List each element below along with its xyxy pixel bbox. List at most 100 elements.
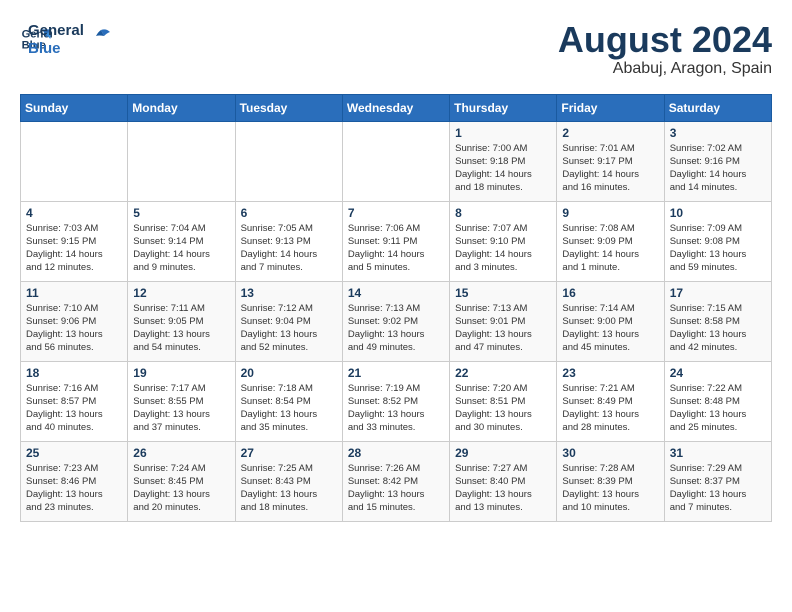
calendar-cell: 11Sunrise: 7:10 AM Sunset: 9:06 PM Dayli… xyxy=(21,281,128,361)
day-number: 23 xyxy=(562,366,658,380)
day-info: Sunrise: 7:26 AM Sunset: 8:42 PM Dayligh… xyxy=(348,462,444,515)
weekday-header: Monday xyxy=(128,94,235,121)
calendar-cell: 26 Sunrise: 7:24 AM Sunset: 8:45 PM Dayli… xyxy=(128,441,235,521)
day-number: 15 xyxy=(455,286,551,300)
day-info: Sunrise: 7:05 AM Sunset: 9:13 PM Dayligh… xyxy=(241,222,337,275)
day-number: 9 xyxy=(562,206,658,220)
calendar-cell: 5 Sunrise: 7:04 AM Sunset: 9:14 PM Daylig… xyxy=(128,201,235,281)
weekday-header: Friday xyxy=(557,94,664,121)
calendar-cell: 1 Sunrise: 7:00 AM Sunset: 9:18 PM Daylig… xyxy=(450,121,557,201)
day-number: 8 xyxy=(455,206,551,220)
day-number: 7 xyxy=(348,206,444,220)
calendar-week-row: 4 Sunrise: 7:03 AM Sunset: 9:15 PM Daylig… xyxy=(21,201,772,281)
calendar-cell: 23 Sunrise: 7:21 AM Sunset: 8:49 PM Dayli… xyxy=(557,361,664,441)
day-number: 18 xyxy=(26,366,122,380)
day-info: Sunrise: 7:27 AM Sunset: 8:40 PM Dayligh… xyxy=(455,462,551,515)
day-info: Sunrise: 7:00 AM Sunset: 9:18 PM Dayligh… xyxy=(455,142,551,195)
calendar-cell: 28Sunrise: 7:26 AM Sunset: 8:42 PM Dayli… xyxy=(342,441,449,521)
weekday-header: Sunday xyxy=(21,94,128,121)
day-info: Sunrise: 7:20 AM Sunset: 8:51 PM Dayligh… xyxy=(455,382,551,435)
day-info: Sunrise: 7:15 AM Sunset: 8:58 PM Dayligh… xyxy=(670,302,766,355)
calendar-cell: 24 Sunrise: 7:22 AM Sunset: 8:48 PM Dayli… xyxy=(664,361,771,441)
day-info: Sunrise: 7:03 AM Sunset: 9:15 PM Dayligh… xyxy=(26,222,122,275)
weekday-row: SundayMondayTuesdayWednesdayThursdayFrid… xyxy=(21,94,772,121)
day-number: 29 xyxy=(455,446,551,460)
month-year-title: August 2024 xyxy=(558,20,772,60)
calendar-cell: 14Sunrise: 7:13 AM Sunset: 9:02 PM Dayli… xyxy=(342,281,449,361)
day-info: Sunrise: 7:17 AM Sunset: 8:55 PM Dayligh… xyxy=(133,382,229,435)
calendar-week-row: 18 Sunrise: 7:16 AM Sunset: 8:57 PM Dayli… xyxy=(21,361,772,441)
day-info: Sunrise: 7:16 AM Sunset: 8:57 PM Dayligh… xyxy=(26,382,122,435)
page-header: General Blue General Blue August 2024 Ab… xyxy=(20,20,772,78)
day-info: Sunrise: 7:04 AM Sunset: 9:14 PM Dayligh… xyxy=(133,222,229,275)
day-number: 3 xyxy=(670,126,766,140)
calendar-cell xyxy=(235,121,342,201)
calendar-cell: 21Sunrise: 7:19 AM Sunset: 8:52 PM Dayli… xyxy=(342,361,449,441)
calendar-cell: 12 Sunrise: 7:11 AM Sunset: 9:05 PM Dayli… xyxy=(128,281,235,361)
calendar-cell xyxy=(342,121,449,201)
calendar-cell: 3Sunrise: 7:02 AM Sunset: 9:16 PM Daylig… xyxy=(664,121,771,201)
calendar-header: SundayMondayTuesdayWednesdayThursdayFrid… xyxy=(21,94,772,121)
calendar-cell: 22 Sunrise: 7:20 AM Sunset: 8:51 PM Dayli… xyxy=(450,361,557,441)
calendar-cell: 15 Sunrise: 7:13 AM Sunset: 9:01 PM Dayli… xyxy=(450,281,557,361)
day-number: 31 xyxy=(670,446,766,460)
weekday-header: Wednesday xyxy=(342,94,449,121)
day-number: 4 xyxy=(26,206,122,220)
day-info: Sunrise: 7:13 AM Sunset: 9:02 PM Dayligh… xyxy=(348,302,444,355)
location-subtitle: Ababuj, Aragon, Spain xyxy=(558,60,772,78)
day-info: Sunrise: 7:24 AM Sunset: 8:45 PM Dayligh… xyxy=(133,462,229,515)
day-info: Sunrise: 7:25 AM Sunset: 8:43 PM Dayligh… xyxy=(241,462,337,515)
day-number: 25 xyxy=(26,446,122,460)
calendar-cell: 19 Sunrise: 7:17 AM Sunset: 8:55 PM Dayli… xyxy=(128,361,235,441)
day-info: Sunrise: 7:21 AM Sunset: 8:49 PM Dayligh… xyxy=(562,382,658,435)
day-info: Sunrise: 7:10 AM Sunset: 9:06 PM Dayligh… xyxy=(26,302,122,355)
day-number: 22 xyxy=(455,366,551,380)
calendar-cell: 2 Sunrise: 7:01 AM Sunset: 9:17 PM Daylig… xyxy=(557,121,664,201)
calendar-week-row: 11Sunrise: 7:10 AM Sunset: 9:06 PM Dayli… xyxy=(21,281,772,361)
calendar-cell: 7 Sunrise: 7:06 AM Sunset: 9:11 PM Daylig… xyxy=(342,201,449,281)
day-info: Sunrise: 7:08 AM Sunset: 9:09 PM Dayligh… xyxy=(562,222,658,275)
day-number: 17 xyxy=(670,286,766,300)
calendar-cell: 20Sunrise: 7:18 AM Sunset: 8:54 PM Dayli… xyxy=(235,361,342,441)
calendar-cell xyxy=(128,121,235,201)
weekday-header: Thursday xyxy=(450,94,557,121)
day-number: 12 xyxy=(133,286,229,300)
calendar-cell: 30 Sunrise: 7:28 AM Sunset: 8:39 PM Dayli… xyxy=(557,441,664,521)
day-number: 2 xyxy=(562,126,658,140)
day-number: 24 xyxy=(670,366,766,380)
day-number: 19 xyxy=(133,366,229,380)
day-info: Sunrise: 7:28 AM Sunset: 8:39 PM Dayligh… xyxy=(562,462,658,515)
day-info: Sunrise: 7:19 AM Sunset: 8:52 PM Dayligh… xyxy=(348,382,444,435)
calendar-table: SundayMondayTuesdayWednesdayThursdayFrid… xyxy=(20,94,772,522)
title-block: August 2024 Ababuj, Aragon, Spain xyxy=(558,20,772,78)
day-number: 27 xyxy=(241,446,337,460)
day-number: 6 xyxy=(241,206,337,220)
day-info: Sunrise: 7:01 AM Sunset: 9:17 PM Dayligh… xyxy=(562,142,658,195)
calendar-cell: 18 Sunrise: 7:16 AM Sunset: 8:57 PM Dayli… xyxy=(21,361,128,441)
day-info: Sunrise: 7:09 AM Sunset: 9:08 PM Dayligh… xyxy=(670,222,766,275)
day-number: 30 xyxy=(562,446,658,460)
calendar-cell: 9 Sunrise: 7:08 AM Sunset: 9:09 PM Daylig… xyxy=(557,201,664,281)
calendar-cell xyxy=(21,121,128,201)
calendar-cell: 16 Sunrise: 7:14 AM Sunset: 9:00 PM Dayli… xyxy=(557,281,664,361)
day-number: 5 xyxy=(133,206,229,220)
day-info: Sunrise: 7:14 AM Sunset: 9:00 PM Dayligh… xyxy=(562,302,658,355)
calendar-week-row: 25Sunrise: 7:23 AM Sunset: 8:46 PM Dayli… xyxy=(21,441,772,521)
calendar-cell: 17 Sunrise: 7:15 AM Sunset: 8:58 PM Dayli… xyxy=(664,281,771,361)
calendar-cell: 25Sunrise: 7:23 AM Sunset: 8:46 PM Dayli… xyxy=(21,441,128,521)
weekday-header: Saturday xyxy=(664,94,771,121)
calendar-cell: 13Sunrise: 7:12 AM Sunset: 9:04 PM Dayli… xyxy=(235,281,342,361)
calendar-body: 1 Sunrise: 7:00 AM Sunset: 9:18 PM Daylig… xyxy=(21,121,772,521)
calendar-cell: 29 Sunrise: 7:27 AM Sunset: 8:40 PM Dayli… xyxy=(450,441,557,521)
day-info: Sunrise: 7:13 AM Sunset: 9:01 PM Dayligh… xyxy=(455,302,551,355)
calendar-cell: 27 Sunrise: 7:25 AM Sunset: 8:43 PM Dayli… xyxy=(235,441,342,521)
day-info: Sunrise: 7:12 AM Sunset: 9:04 PM Dayligh… xyxy=(241,302,337,355)
day-number: 1 xyxy=(455,126,551,140)
day-number: 20 xyxy=(241,366,337,380)
day-info: Sunrise: 7:07 AM Sunset: 9:10 PM Dayligh… xyxy=(455,222,551,275)
day-info: Sunrise: 7:11 AM Sunset: 9:05 PM Dayligh… xyxy=(133,302,229,355)
day-info: Sunrise: 7:06 AM Sunset: 9:11 PM Dayligh… xyxy=(348,222,444,275)
day-number: 16 xyxy=(562,286,658,300)
day-number: 26 xyxy=(133,446,229,460)
day-info: Sunrise: 7:22 AM Sunset: 8:48 PM Dayligh… xyxy=(670,382,766,435)
